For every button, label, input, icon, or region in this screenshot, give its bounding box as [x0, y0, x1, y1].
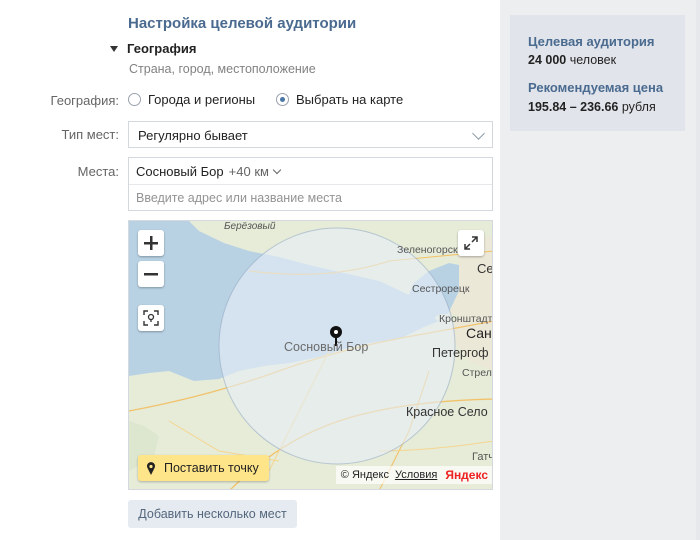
- map-label: Стрельна: [462, 367, 492, 379]
- radio-selected-icon: [276, 93, 289, 106]
- minus-icon: [144, 273, 158, 276]
- map-label: Се: [477, 261, 493, 276]
- chevron-down-icon: [272, 165, 282, 175]
- place-chip[interactable]: Сосновый Бор +40 км: [136, 164, 282, 179]
- map-attribution: © Яндекс Условия Яндекс: [335, 466, 492, 484]
- radio-icon: [128, 93, 141, 106]
- radio-label: Города и регионы: [148, 92, 256, 107]
- zoom-out-button[interactable]: [138, 261, 164, 287]
- place-point-button[interactable]: Поставить точку: [138, 455, 269, 481]
- place-type-select[interactable]: Регулярно бывает: [128, 121, 493, 148]
- map-label: Сосновый Бор: [284, 340, 369, 354]
- radio-label: Выбрать на карте: [296, 92, 404, 107]
- geography-toggle[interactable]: География: [110, 41, 196, 56]
- map-label: Петергоф: [432, 346, 489, 360]
- geography-subtitle: Страна, город, местоположение: [129, 62, 316, 76]
- divider: [129, 184, 492, 185]
- place-radius: +40 км: [228, 164, 269, 179]
- place-point-label: Поставить точку: [164, 461, 259, 475]
- audience-value: 24 000: [528, 53, 567, 67]
- audience-size: 24 000 человек: [528, 53, 616, 67]
- recommended-price: 195.84 – 236.66 рубля: [528, 100, 656, 114]
- map-widget[interactable]: Берёзовый Зеленогорск Се Сестрорецк Крон…: [128, 220, 493, 490]
- price-unit: рубля: [621, 100, 656, 114]
- place-search-input[interactable]: Введите адрес или название места: [136, 191, 342, 205]
- plus-icon: [144, 236, 158, 250]
- map-label: Кронштадт: [439, 313, 493, 325]
- radio-select-on-map[interactable]: Выбрать на карте: [276, 92, 403, 107]
- copyright-text: © Яндекс: [340, 469, 389, 481]
- add-places-button[interactable]: Добавить несколько мест: [128, 500, 297, 528]
- expand-icon: [464, 236, 478, 250]
- geography-label: География:: [50, 93, 119, 108]
- fullscreen-button[interactable]: [458, 230, 484, 256]
- geolocation-button[interactable]: [138, 305, 164, 331]
- places-field: Сосновый Бор +40 км Введите адрес или наз…: [128, 157, 493, 211]
- map-label: Берёзовый: [224, 221, 276, 232]
- place-type-value: Регулярно бывает: [138, 128, 248, 143]
- audience-title: Целевая аудитория: [528, 34, 655, 49]
- price-value: 195.84 – 236.66: [528, 100, 619, 114]
- section-title: Настройка целевой аудитории: [128, 15, 357, 32]
- chevron-down-icon: [472, 127, 485, 140]
- map-label: Сестрорецк: [412, 283, 470, 295]
- zoom-in-button[interactable]: [138, 230, 164, 256]
- place-type-label: Тип мест:: [61, 127, 119, 142]
- scrollbar[interactable]: [696, 0, 700, 540]
- price-title: Рекомендуемая цена: [528, 80, 664, 95]
- terms-link[interactable]: Условия: [395, 469, 437, 481]
- triangle-down-icon: [110, 45, 118, 52]
- audience-unit: человек: [569, 53, 617, 67]
- audience-summary: Целевая аудитория 24 000 человек Рекомен…: [510, 15, 685, 131]
- settings-panel: Настройка целевой аудитории География Ст…: [0, 0, 500, 540]
- yandex-logo: Яндекс: [445, 468, 488, 482]
- locate-icon: [143, 310, 159, 326]
- map-label: Зеленогорск: [397, 244, 458, 256]
- geography-heading: География: [127, 41, 197, 56]
- pin-icon: [147, 461, 155, 475]
- radio-cities-regions[interactable]: Города и регионы: [128, 92, 255, 107]
- place-chip-name: Сосновый Бор: [136, 164, 224, 179]
- places-label: Места:: [77, 164, 119, 179]
- map-label: Гатч: [472, 451, 493, 463]
- map-label: Сан: [466, 325, 492, 341]
- map-label: Красное Село: [406, 405, 488, 419]
